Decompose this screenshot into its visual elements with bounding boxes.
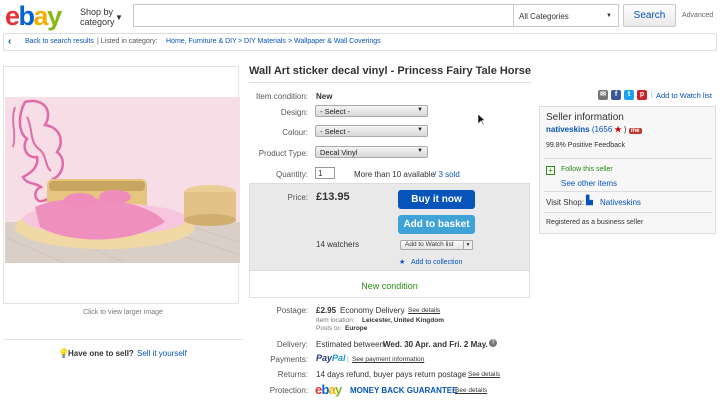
breadcrumb-link[interactable]: > Wallpaper & Wall Coverings — [288, 38, 381, 45]
product-image-frame[interactable] — [3, 66, 240, 304]
positive-feedback: 99.8% Positive Feedback — [546, 142, 625, 149]
ebay-logo-small: ebay — [315, 382, 342, 397]
watchers-count: 14 watchers — [316, 240, 360, 249]
sell-it-yourself-link[interactable]: Sell it yourself — [137, 349, 187, 358]
returns-see-details-link[interactable]: See details — [468, 371, 500, 378]
postage-label: Postage: — [276, 306, 308, 315]
feedback-star-icon: ★ — [614, 125, 622, 134]
item-title: Wall Art sticker decal vinyl - Princess … — [249, 65, 532, 77]
price-label: Price: — [287, 193, 308, 202]
help-icon[interactable]: ? — [489, 339, 497, 347]
business-seller-note: Registered as a business seller — [546, 219, 644, 226]
star-icon: ★ — [399, 259, 406, 266]
search-button[interactable]: Search — [623, 4, 676, 27]
design-label: Design: — [280, 108, 308, 117]
delivery-label: Delivery: — [276, 340, 308, 349]
see-payment-info-link[interactable]: See payment information — [352, 356, 424, 363]
add-to-basket-button[interactable]: Add to basket — [398, 215, 475, 234]
chevron-down-icon: ▼ — [417, 107, 423, 113]
chevron-down-icon: ▼ — [606, 13, 612, 19]
returns-label: Returns: — [277, 370, 308, 379]
seller-name-line: nativeskins (1656 ★ ) me — [546, 125, 642, 134]
advanced-search-link[interactable]: Advanced — [682, 12, 713, 19]
ebay-logo[interactable]: ebay — [5, 3, 62, 30]
breadcrumb-link[interactable]: > DIY Materials — [238, 38, 286, 45]
back-chevron-icon[interactable]: ‹ — [8, 36, 11, 47]
posts-to-label: Posts to: — [316, 325, 342, 332]
divider — [3, 339, 243, 340]
new-condition-text: New condition — [361, 281, 418, 291]
back-to-results-link[interactable]: Back to search results — [25, 38, 94, 45]
condition-label: Item condition: — [255, 92, 308, 101]
visit-shop-label: Visit Shop: — [546, 198, 585, 207]
chevron-down-icon[interactable]: ▼ — [463, 240, 473, 250]
separator: | — [347, 356, 349, 363]
divider — [544, 191, 712, 192]
product-image[interactable] — [5, 97, 240, 263]
separator: | — [403, 307, 405, 314]
payments-label: Payments: — [270, 355, 308, 364]
me-badge[interactable]: me — [628, 128, 642, 134]
mouse-cursor-icon — [478, 114, 486, 126]
sold-count-link[interactable]: / 3 sold — [434, 170, 460, 179]
divider — [249, 82, 531, 83]
follow-seller-link[interactable]: Follow this seller — [561, 166, 613, 173]
chevron-down-icon: ▼ — [417, 127, 423, 133]
seller-name-link[interactable]: nativeskins — [546, 125, 590, 134]
delivery-dates: Wed. 30 Apr. and Fri. 2 May. — [383, 340, 488, 349]
have-one-to-sell-label: Have one to sell? — [68, 349, 134, 358]
twitter-icon[interactable]: t — [624, 90, 634, 100]
quantity-input[interactable]: 1 — [315, 167, 335, 179]
chevron-down-icon: ▼ — [115, 13, 123, 22]
category-select[interactable]: All Categories ▼ — [513, 4, 619, 27]
shop-name-link[interactable]: Nativeskins — [600, 198, 641, 207]
design-select[interactable]: - Select - ▼ — [315, 105, 428, 117]
shop-icon: ▙ — [586, 195, 593, 205]
item-location-value: Leicester, United Kingdom — [362, 317, 444, 324]
colour-label: Colour: — [282, 128, 308, 137]
protection-see-details-link[interactable]: See details — [455, 387, 487, 394]
price-value: £13.95 — [316, 191, 350, 203]
protection-label: Protection: — [269, 386, 308, 395]
item-location-label: Item location: — [316, 317, 355, 324]
separator: | — [463, 371, 465, 378]
plus-icon[interactable]: + — [546, 166, 555, 175]
separator: | — [450, 387, 452, 394]
add-to-collection-link[interactable]: Add to collection — [411, 259, 462, 266]
product-type-select[interactable]: Decal Vinyl ▼ — [315, 146, 428, 158]
facebook-icon[interactable]: f — [611, 90, 621, 100]
quantity-label: Quantity: — [275, 170, 308, 179]
money-back-guarantee: MONEY BACK GUARANTEE — [350, 386, 458, 395]
separator: | — [651, 91, 653, 98]
feedback-score-link[interactable]: (1656 — [592, 125, 612, 134]
search-input[interactable] — [133, 4, 514, 27]
postage-price: £2.95 — [316, 306, 337, 315]
product-type-label: Product Type: — [258, 149, 308, 158]
pinterest-icon[interactable]: p — [637, 90, 647, 100]
email-icon[interactable]: ✉ — [598, 90, 608, 100]
buy-it-now-button[interactable]: Buy it now — [398, 190, 475, 209]
see-other-items-link[interactable]: See other items — [561, 179, 617, 188]
listed-in-label: | Listed in category: — [97, 38, 158, 45]
divider — [544, 212, 712, 213]
availability-text: More than 10 available — [354, 170, 435, 179]
divider — [544, 158, 712, 159]
posts-to-value: Europe — [345, 325, 368, 332]
seller-info-title: Seller information — [546, 112, 624, 123]
add-to-watch-list-button[interactable]: Add to Watch list — [400, 240, 472, 250]
condition-value: New — [316, 92, 333, 101]
delivery-prefix: Estimated between — [316, 340, 385, 349]
postage-see-details-link[interactable]: See details — [408, 307, 440, 314]
returns-text: 14 days refund, buyer pays return postag… — [316, 370, 467, 379]
shop-by-category-button[interactable]: Shop by category ▼ — [80, 7, 123, 27]
click-to-enlarge-hint: Click to view larger image — [83, 309, 163, 316]
add-to-watch-list-link[interactable]: Add to Watch list — [656, 91, 712, 100]
chevron-down-icon: ▼ — [417, 148, 423, 154]
breadcrumb-link[interactable]: Home, Furniture & DIY — [166, 38, 237, 45]
colour-select[interactable]: - Select - ▼ — [315, 125, 428, 137]
postage-service: Economy Delivery — [340, 306, 405, 315]
paypal-logo: PayPal — [316, 353, 346, 363]
